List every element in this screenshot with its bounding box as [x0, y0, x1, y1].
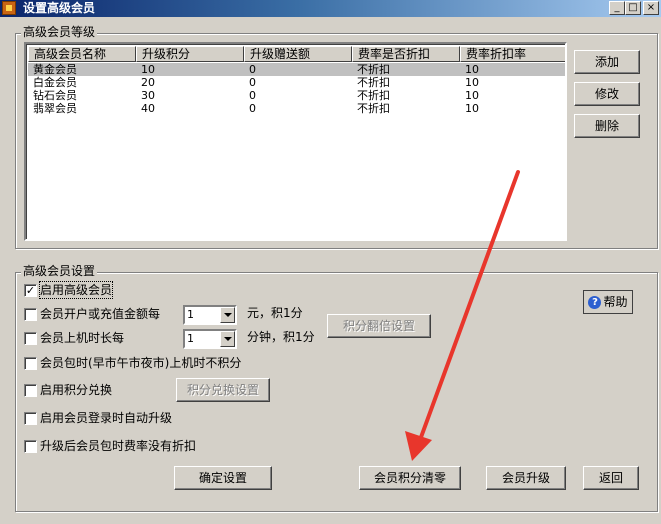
- settings-group-title: 高级会员设置: [21, 264, 98, 278]
- double-points-settings-button[interactable]: 积分翻倍设置: [327, 314, 431, 338]
- online-minutes-select[interactable]: 1: [183, 329, 237, 349]
- auto-upgrade-label: 启用会员登录时自动升级: [40, 411, 173, 425]
- back-button[interactable]: 返回: [583, 466, 639, 490]
- cell-discount-rate: 10: [465, 89, 479, 102]
- cell-bonus: 0: [249, 63, 256, 76]
- minimize-icon[interactable]: _: [609, 1, 625, 15]
- package-no-points-label: 会员包时(早市午市夜市)上机时不积分: [40, 356, 242, 370]
- cell-discount-rate: 10: [465, 63, 479, 76]
- table-row[interactable]: 白金会员 20 0 不折扣 10: [28, 76, 565, 89]
- title-bar[interactable]: [0, 0, 661, 17]
- cell-name: 白金会员: [33, 76, 77, 89]
- edit-level-button[interactable]: 修改: [574, 82, 640, 106]
- points-exchange-checkbox[interactable]: [24, 384, 37, 397]
- maximize-icon[interactable]: □: [625, 1, 641, 15]
- column-header-bonus[interactable]: 升级赠送额: [244, 46, 352, 62]
- table-row[interactable]: 黄金会员 10 0 不折扣 10: [28, 63, 565, 76]
- cell-discount-flag: 不折扣: [357, 89, 390, 102]
- add-level-button[interactable]: 添加: [574, 50, 640, 74]
- online-time-suffix: 分钟，积1分: [247, 330, 315, 344]
- points-exchange-label: 启用积分兑换: [40, 383, 113, 397]
- cell-name: 黄金会员: [33, 63, 77, 76]
- cell-name: 钻石会员: [33, 89, 77, 102]
- recharge-amount-select[interactable]: 1: [183, 305, 237, 325]
- cell-points: 40: [141, 102, 155, 115]
- member-levels-list[interactable]: 高级会员名称 升级积分 升级赠送额 费率是否折扣 费率折扣率 黄金会员 10 0…: [24, 42, 567, 241]
- enable-vip-label: 启用高级会员: [38, 281, 114, 299]
- online-time-label: 会员上机时长每: [40, 331, 125, 345]
- cell-name: 翡翠会员: [33, 102, 77, 115]
- package-no-points-checkbox[interactable]: [24, 357, 37, 370]
- cell-points: 20: [141, 76, 155, 89]
- column-header-discount-flag[interactable]: 费率是否折扣: [352, 46, 460, 62]
- cell-bonus: 0: [249, 102, 256, 115]
- enable-vip-checkbox[interactable]: ✓: [24, 284, 37, 297]
- delete-level-button[interactable]: 删除: [574, 114, 640, 138]
- table-row[interactable]: 钻石会员 30 0 不折扣 10: [28, 89, 565, 102]
- clear-points-button[interactable]: 会员积分清零: [359, 466, 461, 490]
- cell-points: 10: [141, 63, 155, 76]
- recharge-amount-value: 1: [187, 308, 194, 321]
- no-discount-after-upgrade-checkbox[interactable]: [24, 440, 37, 453]
- chevron-down-icon[interactable]: [220, 331, 235, 347]
- recharge-points-label: 会员开户或充值金额每: [40, 307, 161, 321]
- column-header-name[interactable]: 高级会员名称: [28, 46, 136, 62]
- help-icon: ?: [588, 296, 602, 309]
- cell-discount-rate: 10: [465, 76, 479, 89]
- cell-bonus: 0: [249, 89, 256, 102]
- levels-group-title: 高级会员等级: [21, 25, 98, 39]
- table-row[interactable]: 翡翠会员 40 0 不折扣 10: [28, 102, 565, 115]
- cell-discount-flag: 不折扣: [357, 76, 390, 89]
- online-minutes-value: 1: [187, 332, 194, 345]
- chevron-down-icon[interactable]: [220, 307, 235, 323]
- recharge-points-suffix: 元，积1分: [247, 306, 303, 320]
- confirm-settings-button[interactable]: 确定设置: [174, 466, 272, 490]
- upgrade-member-button[interactable]: 会员升级: [486, 466, 566, 490]
- cell-points: 30: [141, 89, 155, 102]
- cell-discount-rate: 10: [465, 102, 479, 115]
- auto-upgrade-checkbox[interactable]: [24, 412, 37, 425]
- recharge-points-checkbox[interactable]: [24, 308, 37, 321]
- column-header-points[interactable]: 升级积分: [136, 46, 244, 62]
- help-label: 帮助: [603, 295, 628, 309]
- no-discount-after-upgrade-label: 升级后会员包时费率没有折扣: [40, 439, 197, 453]
- app-icon: [2, 1, 16, 15]
- column-header-discount-rate[interactable]: 费率折扣率: [460, 46, 565, 62]
- online-time-checkbox[interactable]: [24, 332, 37, 345]
- close-icon[interactable]: ×: [643, 1, 659, 15]
- cell-discount-flag: 不折扣: [357, 102, 390, 115]
- cell-discount-flag: 不折扣: [357, 63, 390, 76]
- window-title: 设置高级会员: [23, 1, 96, 15]
- help-button[interactable]: ? 帮助: [583, 290, 633, 314]
- cell-bonus: 0: [249, 76, 256, 89]
- exchange-settings-button[interactable]: 积分兑换设置: [176, 378, 270, 402]
